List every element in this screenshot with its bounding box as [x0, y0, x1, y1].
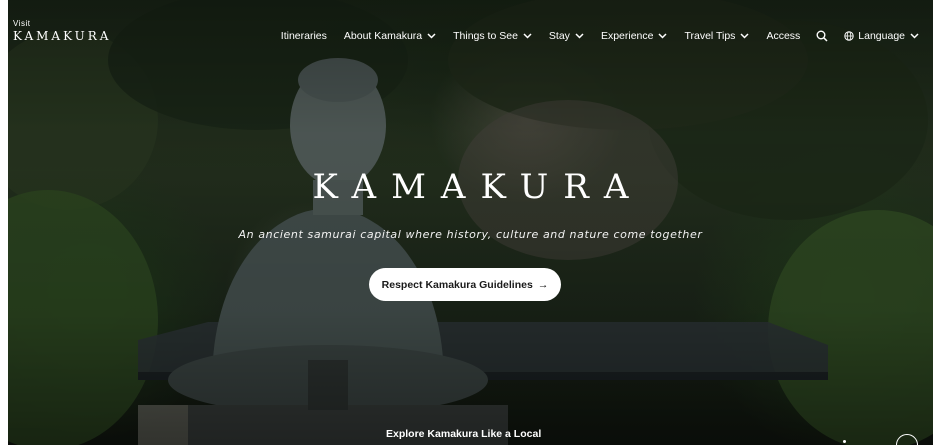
- nav-itineraries-label: Itineraries: [280, 30, 327, 42]
- chevron-down-icon: [575, 33, 584, 39]
- nav-things-to-see-label: Things to See: [453, 30, 518, 42]
- logo-visit-text: Visit: [13, 19, 31, 28]
- hero-title: KAMAKURA: [312, 167, 644, 207]
- nav-itineraries[interactable]: Itineraries: [281, 30, 327, 42]
- nav-about-kamakura[interactable]: About Kamakura: [344, 30, 436, 42]
- hero-subtitle: An ancient samurai capital where history…: [238, 228, 703, 241]
- language-selector[interactable]: Language: [844, 30, 919, 42]
- logo-kamakura-text: KAMAKURA: [13, 29, 112, 43]
- arrow-right-icon: →: [537, 278, 549, 291]
- nav-about-kamakura-label: About Kamakura: [343, 30, 423, 42]
- nav-access[interactable]: Access: [766, 30, 800, 42]
- chevron-down-icon: [658, 33, 667, 39]
- chevron-down-icon: [910, 33, 919, 39]
- nav-stay-label: Stay: [548, 30, 570, 42]
- nav-access-label: Access: [766, 30, 801, 42]
- nav-things-to-see[interactable]: Things to See: [453, 30, 532, 42]
- nav-experience[interactable]: Experience: [601, 30, 668, 42]
- chevron-down-icon: [427, 33, 436, 39]
- nav-experience-label: Experience: [600, 30, 654, 42]
- chevron-down-icon: [523, 33, 532, 39]
- explore-like-local-link[interactable]: Explore Kamakura Like a Local: [386, 428, 541, 440]
- main-nav: Itineraries About Kamakura Things to See…: [281, 30, 919, 42]
- search-icon[interactable]: [816, 30, 828, 42]
- nav-travel-tips[interactable]: Travel Tips: [684, 30, 749, 42]
- hero-overlay: [8, 0, 933, 445]
- respect-guidelines-button[interactable]: Respect Kamakura Guidelines →: [369, 268, 561, 301]
- nav-travel-tips-label: Travel Tips: [684, 30, 736, 42]
- carousel-dot[interactable]: [843, 440, 846, 443]
- hero-section: Visit KAMAKURA Itineraries About Kamakur…: [8, 0, 933, 445]
- nav-stay[interactable]: Stay: [549, 30, 584, 42]
- globe-icon: [844, 31, 854, 41]
- carousel-indicator: [843, 440, 852, 443]
- cta-label: Respect Kamakura Guidelines: [381, 278, 533, 291]
- language-label: Language: [858, 30, 905, 42]
- chevron-down-icon: [740, 33, 749, 39]
- site-logo[interactable]: Visit KAMAKURA: [13, 19, 112, 43]
